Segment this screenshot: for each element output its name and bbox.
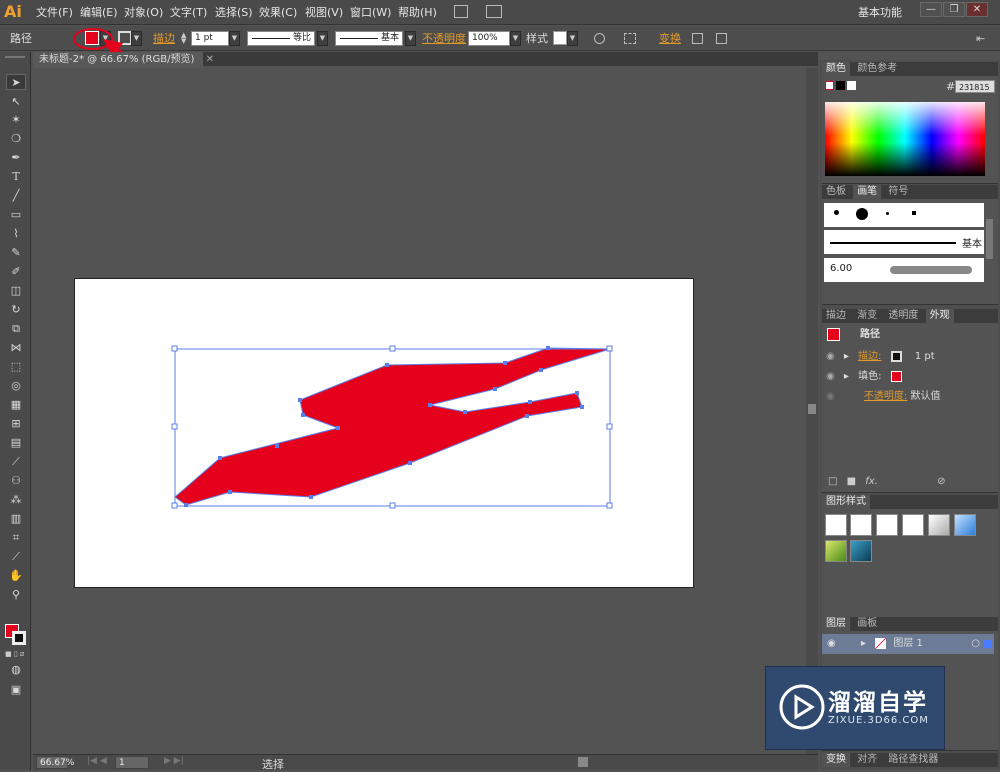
expand-arrow-icon[interactable]: ▸ [861, 638, 866, 649]
layer-thumbnail [875, 637, 887, 649]
appearance-title: 路径 [860, 329, 880, 340]
watermark-logo-icon [779, 684, 825, 730]
bottom-panel-tabs: 变换 对齐 路径查找器 [822, 753, 998, 767]
appearance-panel: 路径 ◉ ▸ 描边: 1 pt ◉ ▸ 填色: ◉ 不透明度: 默认值 □ ■ … [822, 323, 998, 493]
tab-brushes[interactable]: 画笔 [853, 185, 882, 199]
brush-tip-row[interactable] [824, 203, 984, 227]
tab-transform[interactable]: 变换 [822, 753, 850, 767]
black-swatch[interactable] [836, 81, 845, 90]
watermark-title: 溜溜自学 [828, 690, 928, 716]
tab-artboards[interactable]: 画板 [853, 617, 881, 631]
graphic-style-default[interactable] [825, 514, 847, 536]
layer-name[interactable]: 图层 1 [893, 638, 923, 649]
color-spectrum[interactable] [825, 102, 985, 176]
tab-color[interactable]: 颜色 [822, 62, 850, 76]
appearance-row-stroke[interactable]: ◉ ▸ 描边: 1 pt [826, 347, 996, 367]
layers-panel-tabs: 图层 画板 [822, 617, 998, 631]
appearance-panel-tabs: 描边 渐变 透明度 外观 [822, 309, 998, 323]
appearance-fill-label[interactable]: 填色: [858, 371, 881, 382]
add-stroke-icon[interactable]: □ [828, 476, 837, 487]
appearance-opacity-value: 默认值 [910, 391, 941, 402]
tab-appearance[interactable]: 外观 [925, 309, 954, 323]
appearance-stroke-label[interactable]: 描边: [858, 351, 881, 362]
add-fill-icon[interactable]: ■ [847, 476, 856, 487]
fill-mini-swatch[interactable] [890, 370, 902, 382]
graphic-style-shadow[interactable] [928, 514, 950, 536]
watermark: 溜溜自学 ZIXUE.3D66.COM [765, 666, 945, 750]
status-bar: 66.67% |◀ ◀ 1 ▶ ▶| 选择 [33, 754, 818, 771]
page-nav-next-icon[interactable]: ▶ ▶| [164, 756, 184, 766]
fx-button[interactable]: fx. [865, 476, 878, 487]
white-swatch[interactable] [847, 81, 856, 90]
eye-icon[interactable]: ◉ [826, 391, 835, 402]
eye-icon[interactable]: ◉ [827, 638, 836, 649]
tab-transparency[interactable]: 透明度 [884, 309, 922, 323]
color-panel-tabs: 颜色 颜色参考 [822, 62, 998, 76]
layer-color-square[interactable] [984, 640, 992, 648]
tab-color-guide[interactable]: 颜色参考 [853, 62, 901, 76]
graphic-style-blue[interactable] [954, 514, 976, 536]
tab-layers[interactable]: 图层 [822, 617, 850, 631]
graphic-styles-panel [822, 509, 998, 619]
vertical-scrollbar[interactable] [806, 68, 818, 754]
target-icon[interactable]: ○ [971, 634, 980, 654]
tab-pathfinder[interactable]: 路径查找器 [884, 753, 942, 767]
red-path-shape[interactable] [174, 347, 611, 506]
basic-brush-row[interactable]: 基本 [824, 230, 984, 254]
graphic-style-none[interactable] [850, 514, 872, 536]
eye-icon[interactable]: ◉ [826, 371, 835, 382]
graphic-style-teal[interactable] [850, 540, 872, 562]
appearance-row-opacity[interactable]: ◉ 不透明度: 默认值 [826, 387, 996, 407]
tab-swatches[interactable]: 色板 [822, 185, 850, 199]
appearance-opacity-label[interactable]: 不透明度: [864, 391, 907, 402]
tab-align[interactable]: 对齐 [853, 753, 881, 767]
page-nav-prev-icon[interactable]: |◀ ◀ [87, 756, 107, 766]
graphic-style-white[interactable] [876, 514, 898, 536]
right-panel-dock: 颜色 颜色参考 # 231815 色板 画笔 符号 基本 6.00 描边 渐变 … [820, 60, 1000, 770]
horizontal-scroll-thumb[interactable] [578, 757, 588, 767]
stroke-mini-swatch[interactable] [890, 350, 902, 362]
brush-size-label: 6.00 [830, 263, 853, 274]
none-swatch[interactable] [825, 81, 834, 90]
art-brush-row[interactable]: 6.00 [824, 258, 984, 282]
vertical-scroll-thumb[interactable] [808, 404, 816, 414]
expand-arrow-icon[interactable]: ▸ [844, 351, 849, 362]
tab-symbols[interactable]: 符号 [884, 185, 912, 199]
basic-brush-label: 基本 [962, 239, 982, 250]
appearance-thumbnail [827, 328, 840, 341]
tab-graphic-styles[interactable]: 图形样式 [822, 495, 870, 509]
hex-input[interactable]: 231815 [955, 80, 995, 93]
zoom-input[interactable]: 66.67% [36, 756, 74, 769]
watermark-subtitle: ZIXUE.3D66.COM [828, 715, 929, 726]
appearance-row-fill[interactable]: ◉ ▸ 填色: [826, 367, 996, 387]
expand-arrow-icon[interactable]: ▸ [844, 371, 849, 382]
brush-panel-scrollbar[interactable] [986, 219, 993, 259]
appearance-stroke-value: 1 pt [914, 351, 935, 362]
layer-row[interactable]: ◉ ▸ 图层 1 ○ [822, 634, 994, 654]
hex-prefix: # [946, 80, 956, 93]
tab-gradient[interactable]: 渐变 [853, 309, 881, 323]
graphic-style-pattern[interactable] [902, 514, 924, 536]
graphic-style-green[interactable] [825, 540, 847, 562]
clear-appearance-icon[interactable]: ⊘ [937, 476, 945, 487]
appearance-footer: □ ■ fx. ⊘ [828, 476, 945, 487]
brush-panel-tabs: 色板 画笔 符号 [822, 185, 998, 199]
brush-panel: 基本 6.00 [822, 199, 998, 305]
artboard-number-input[interactable]: 1 [115, 756, 149, 769]
graphic-styles-tabs: 图形样式 [822, 495, 998, 509]
eye-icon[interactable]: ◉ [826, 351, 835, 362]
tab-stroke[interactable]: 描边 [822, 309, 850, 323]
color-panel: # 231815 [822, 76, 998, 184]
